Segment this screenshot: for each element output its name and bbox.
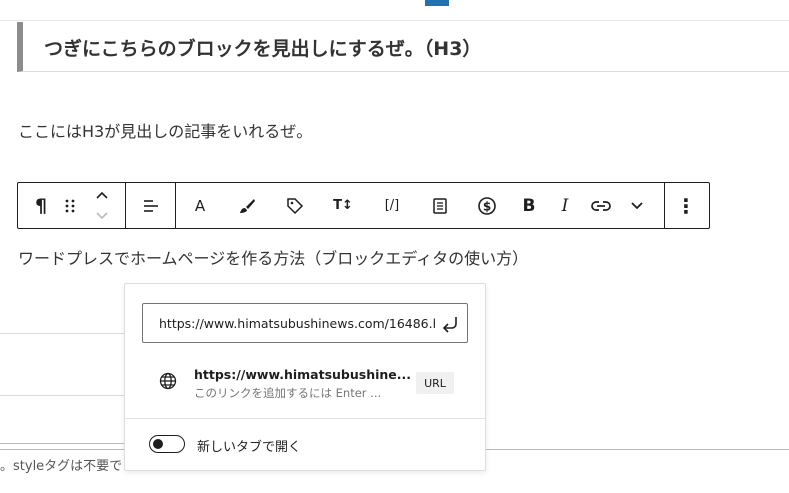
shortcode-icon[interactable]: [/]: [376, 183, 408, 228]
heading-text[interactable]: つぎにこちらのブロックを見出しにするぜ。（H3）: [44, 34, 481, 61]
submit-icon[interactable]: [439, 313, 461, 335]
url-input[interactable]: https://www.himatsubushinews.com/16486.h…: [142, 303, 468, 343]
toolbar-separator: [664, 183, 665, 228]
new-tab-toggle[interactable]: [149, 435, 185, 453]
block-toolbar: ¶ A T↕ [/] $ B I ⋮: [17, 182, 710, 229]
top-active-indicator: [425, 0, 449, 6]
bottom-text: 。styleタグは不要で: [0, 459, 123, 474]
document-icon[interactable]: [426, 183, 454, 228]
chevron-down-icon[interactable]: [624, 183, 650, 228]
brush-icon[interactable]: [233, 183, 261, 228]
more-options-icon[interactable]: ⋮: [674, 183, 698, 228]
link-suggestion[interactable]: https://www.himatsubushine... このリンクを追加する…: [125, 357, 485, 403]
bold-icon[interactable]: B: [516, 183, 542, 228]
suggestion-title: https://www.himatsubushine...: [194, 367, 412, 382]
toolbar-separator: [125, 183, 126, 228]
dollar-circle-icon[interactable]: $: [473, 183, 501, 228]
drag-handle-icon[interactable]: [58, 183, 82, 228]
divider: [0, 333, 124, 334]
link-paragraph-block[interactable]: ワードプレスでホームページを作る方法（ブロックエディタの使い方）: [18, 245, 528, 269]
link-popover: https://www.himatsubushinews.com/16486.h…: [124, 283, 486, 471]
divider: [0, 395, 124, 396]
divider: [125, 418, 485, 419]
toolbar-separator: [175, 183, 176, 228]
divider: [0, 20, 789, 21]
paragraph-block[interactable]: ここにはH3が見出しの記事をいれるぜ。: [18, 118, 312, 142]
tag-icon[interactable]: [281, 183, 309, 228]
suggestion-subtitle: このリンクを追加するには Enter ...: [194, 386, 382, 400]
heading-block[interactable]: つぎにこちらのブロックを見出しにするぜ。（H3）: [17, 22, 789, 72]
paragraph-icon[interactable]: ¶: [26, 183, 56, 228]
toggle-knob: [153, 439, 163, 449]
move-up-icon[interactable]: [92, 184, 112, 206]
text-a-icon[interactable]: A: [186, 183, 214, 228]
url-value[interactable]: https://www.himatsubushinews.com/16486.h…: [159, 316, 435, 331]
divider: [0, 443, 124, 444]
globe-icon: [159, 372, 177, 394]
text-size-icon[interactable]: T↕: [328, 183, 358, 228]
italic-icon[interactable]: I: [553, 183, 577, 228]
new-tab-label: 新しいタブで開く: [197, 440, 302, 455]
align-left-icon[interactable]: [136, 183, 166, 228]
link-icon[interactable]: [587, 183, 615, 228]
url-badge: URL: [416, 372, 454, 394]
svg-text:$: $: [483, 199, 491, 213]
move-down-icon[interactable]: [92, 205, 112, 227]
